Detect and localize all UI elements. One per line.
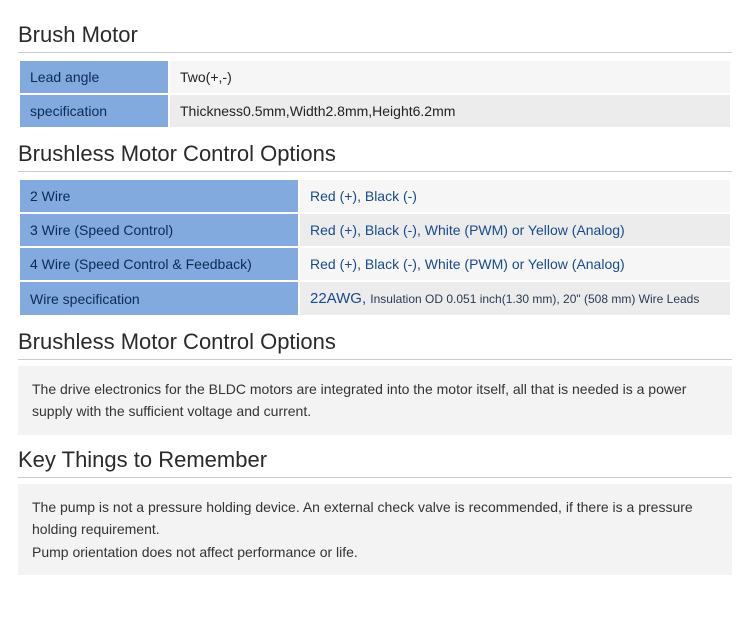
cell-label: 3 Wire (Speed Control) — [19, 213, 299, 247]
cell-value: Red (+), Black (-), White (PWM) or Yello… — [299, 213, 731, 247]
cell-label: Wire specification — [19, 281, 299, 316]
table-row: specification Thickness0.5mm,Width2.8mm,… — [19, 94, 731, 128]
cell-label: 4 Wire (Speed Control & Feedback) — [19, 247, 299, 281]
table-row: 3 Wire (Speed Control) Red (+), Black (-… — [19, 213, 731, 247]
cell-value: Thickness0.5mm,Width2.8mm,Height6.2mm — [169, 94, 731, 128]
wire-spec-main: 22AWG, — [310, 290, 370, 307]
table-row: Wire specification 22AWG, Insulation OD … — [19, 281, 731, 316]
brushless-options-table: 2 Wire Red (+), Black (-) 3 Wire (Speed … — [18, 178, 732, 317]
table-row: 2 Wire Red (+), Black (-) — [19, 179, 731, 213]
cell-value: Red (+), Black (-), White (PWM) or Yello… — [299, 247, 731, 281]
info-text-line: The pump is not a pressure holding devic… — [32, 496, 718, 541]
cell-label: Lead angle — [19, 60, 169, 94]
section-title-key-things: Key Things to Remember — [18, 447, 732, 478]
cell-label: 2 Wire — [19, 179, 299, 213]
table-row: Lead angle Two(+,-) — [19, 60, 731, 94]
info-text: The drive electronics for the BLDC motor… — [32, 381, 686, 419]
section-title-brush-motor: Brush Motor — [18, 22, 732, 53]
section-title-brushless-table: Brushless Motor Control Options — [18, 141, 732, 172]
cell-value: Red (+), Black (-) — [299, 179, 731, 213]
brushless-info-box: The drive electronics for the BLDC motor… — [18, 366, 732, 435]
wire-spec-sub: Insulation OD 0.051 inch(1.30 mm), 20" (… — [370, 292, 699, 306]
table-row: 4 Wire (Speed Control & Feedback) Red (+… — [19, 247, 731, 281]
cell-value: 22AWG, Insulation OD 0.051 inch(1.30 mm)… — [299, 281, 731, 316]
section-title-brushless-text: Brushless Motor Control Options — [18, 329, 732, 360]
cell-label: specification — [19, 94, 169, 128]
info-text-line: Pump orientation does not affect perform… — [32, 541, 718, 563]
key-things-info-box: The pump is not a pressure holding devic… — [18, 484, 732, 575]
cell-value: Two(+,-) — [169, 60, 731, 94]
brush-motor-table: Lead angle Two(+,-) specification Thickn… — [18, 59, 732, 129]
